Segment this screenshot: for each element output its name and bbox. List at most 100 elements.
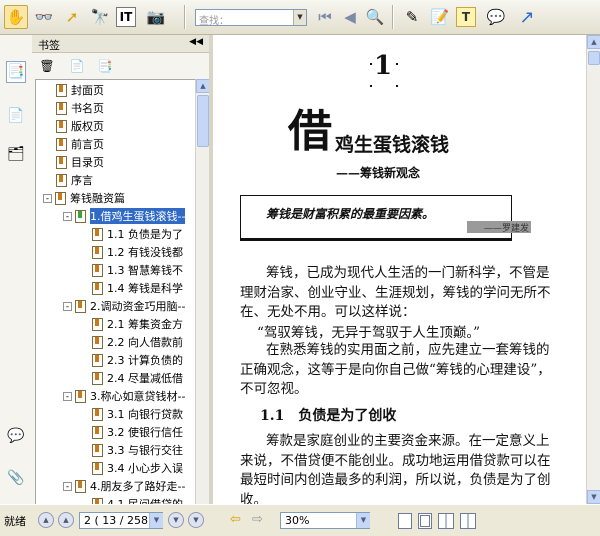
doc-scroll-down-button[interactable]: ▼ xyxy=(587,490,600,504)
bookmark-item[interactable]: 1.1 负债是为了 xyxy=(92,226,183,242)
note-pad-icon[interactable]: 📝 xyxy=(428,5,452,29)
layers-tab-icon[interactable]: 🗂 xyxy=(6,143,26,165)
bookmark-expander-icon[interactable]: - xyxy=(63,391,72,401)
bookmark-item[interactable]: 2.3 计算负债的 xyxy=(92,352,183,368)
search-icon[interactable]: 🔍 xyxy=(363,5,387,29)
bookmark-icon xyxy=(75,479,86,493)
new-bookmark-icon[interactable]: 📄 xyxy=(68,57,86,75)
bookmark-icon xyxy=(92,425,103,439)
chapter-subtitle: ——筹钱新观念 xyxy=(336,166,421,180)
page-number-input[interactable]: 2 ( 13 / 258 ) ▼ xyxy=(79,512,163,529)
binoculars-icon[interactable]: 🔭 xyxy=(88,5,112,29)
bookmark-label: 2.3 计算负债的 xyxy=(107,354,183,367)
bookmark-item[interactable]: 2.1 筹集资金方 xyxy=(92,316,183,332)
continuous-facing-view-icon[interactable] xyxy=(460,513,476,529)
bookmark-item[interactable]: 版权页 xyxy=(56,118,104,134)
bookmark-item[interactable]: - 1.借鸡生蛋钱滚钱-- xyxy=(63,208,186,224)
bookmark-item[interactable]: - 筹钱融资篇 xyxy=(43,190,125,206)
find-dropdown-button[interactable]: ▼ xyxy=(293,10,306,25)
scroll-up-button[interactable]: ▲ xyxy=(196,79,210,93)
bookmark-expander-icon[interactable]: - xyxy=(63,301,72,311)
bookmark-item[interactable]: 3.4 小心步入误 xyxy=(92,460,183,476)
select-arrow-icon[interactable]: ➚ xyxy=(60,5,84,29)
continuous-view-icon[interactable] xyxy=(418,513,432,529)
first-page-button[interactable]: ▲ xyxy=(38,512,54,528)
collapse-panel-icon[interactable]: ◀◀ xyxy=(189,37,203,47)
bookmark-icon xyxy=(92,371,103,385)
bookmark-vertical-scrollbar[interactable]: ▲ ▼ xyxy=(195,79,210,521)
bookmark-label: 版权页 xyxy=(71,120,104,133)
bookmark-item[interactable]: 2.2 向人借款前 xyxy=(92,334,183,350)
doc-scroll-thumb[interactable] xyxy=(588,51,600,65)
attachments-tab-icon[interactable]: 📎 xyxy=(6,467,26,489)
bookmark-label: 筹钱融资篇 xyxy=(70,192,125,205)
section-number: 1.1 xyxy=(260,408,285,424)
bookmark-item[interactable]: - 4.朋友多了路好走-- xyxy=(63,478,185,494)
zoom-dropdown-button[interactable]: ▼ xyxy=(356,513,370,528)
bookmark-item[interactable]: 2.4 尽量减低借 xyxy=(92,370,183,386)
document-page: 1 借 鸡生蛋钱滚钱 ——筹钱新观念 筹钱是财富积累的最重要因素。 ——罗建发 … xyxy=(213,35,586,504)
bookmark-item[interactable]: 3.1 向银行贷款 xyxy=(92,406,183,422)
comment-icon[interactable]: 💬 xyxy=(484,5,508,29)
bookmark-expander-icon[interactable]: - xyxy=(63,481,72,491)
single-page-view-icon[interactable] xyxy=(398,513,412,529)
first-page-icon[interactable]: ⏮ xyxy=(313,5,337,29)
bookmark-icon xyxy=(56,155,67,169)
bookmark-label: 前言页 xyxy=(71,138,104,151)
title-big-character: 借 xyxy=(288,106,332,157)
last-page-button[interactable]: ▼ xyxy=(188,512,204,528)
doc-scroll-up-button[interactable]: ▲ xyxy=(587,35,600,49)
bookmark-item[interactable]: 1.3 智慧筹钱不 xyxy=(92,262,183,278)
chapter-number: 1 xyxy=(374,51,393,81)
text-select-icon[interactable]: IT xyxy=(116,7,136,27)
text-box-icon[interactable]: T xyxy=(456,7,476,27)
snapshot-camera-icon[interactable]: 📷 xyxy=(144,5,168,29)
zoom-input[interactable]: 30% ▼ xyxy=(280,512,370,529)
back-arrow-icon[interactable]: ⇦ xyxy=(230,512,241,527)
pages-tab-icon[interactable]: 📄 xyxy=(6,105,26,127)
bookmark-item[interactable]: 书名页 xyxy=(56,100,104,116)
arrow-up-right-icon[interactable]: ↗ xyxy=(515,5,539,29)
bookmark-label: 封面页 xyxy=(71,84,104,97)
bookmark-item[interactable]: - 2.调动资金巧用脑-- xyxy=(63,298,185,314)
comments-tab-icon[interactable]: 💬 xyxy=(6,425,26,447)
section-heading: 1.1 负债是为了创收 xyxy=(260,405,396,425)
chapter-bracket-left xyxy=(370,63,372,87)
bookmark-label: 序言 xyxy=(71,174,93,187)
bookmark-icon xyxy=(56,119,67,133)
document-vertical-scrollbar[interactable]: ▲ ▼ xyxy=(586,35,600,504)
bookmark-label: 1.借鸡生蛋钱滚钱-- xyxy=(90,208,186,224)
bookmark-expander-icon[interactable]: - xyxy=(63,211,72,221)
bookmarks-tab-icon[interactable]: 📑 xyxy=(6,61,26,83)
bookmark-label: 1.4 筹钱是科学 xyxy=(107,282,183,295)
hand-tool-icon[interactable]: ✋ xyxy=(4,5,28,29)
bookmark-item[interactable]: 1.4 筹钱是科学 xyxy=(92,280,183,296)
magnifier-glasses-icon[interactable]: 👓 xyxy=(32,5,56,29)
delete-bookmark-icon[interactable]: 🗑 xyxy=(38,57,56,75)
pen-annotate-icon[interactable]: ✎ xyxy=(400,5,424,29)
previous-page-button[interactable]: ▲ xyxy=(58,512,74,528)
bookmark-item[interactable]: 1.2 有钱没钱都 xyxy=(92,244,183,260)
bookmark-label: 4.朋友多了路好走-- xyxy=(90,480,186,493)
bookmark-item[interactable]: - 3.称心如意贷钱材-- xyxy=(63,388,185,404)
bookmark-item[interactable]: 前言页 xyxy=(56,136,104,152)
bookmark-item[interactable]: 序言 xyxy=(56,172,93,188)
scroll-thumb[interactable] xyxy=(197,95,209,147)
bookmark-item[interactable]: 3.2 使银行信任 xyxy=(92,424,183,440)
bookmark-expander-icon[interactable]: - xyxy=(43,193,52,203)
bookmark-options-icon[interactable]: 📑 xyxy=(96,57,114,75)
previous-page-icon[interactable]: ◀ xyxy=(338,5,362,29)
forward-arrow-icon[interactable]: ⇨ xyxy=(252,512,263,527)
next-page-button[interactable]: ▼ xyxy=(168,512,184,528)
find-input[interactable]: 查找： ▼ xyxy=(195,9,307,27)
facing-view-icon[interactable] xyxy=(438,513,454,529)
bookmark-item[interactable]: 3.3 与银行交往 xyxy=(92,442,183,458)
bookmark-icon xyxy=(92,245,103,259)
bookmark-icon xyxy=(55,191,66,205)
bookmark-item[interactable]: 目录页 xyxy=(56,154,104,170)
bookmark-label: 书名页 xyxy=(71,102,104,115)
bookmark-item[interactable]: 封面页 xyxy=(56,82,104,98)
document-view[interactable]: 1 借 鸡生蛋钱滚钱 ——筹钱新观念 筹钱是财富积累的最重要因素。 ——罗建发 … xyxy=(213,35,586,504)
page-dropdown-button[interactable]: ▼ xyxy=(149,513,163,528)
bookmark-label: 2.调动资金巧用脑-- xyxy=(90,300,186,313)
